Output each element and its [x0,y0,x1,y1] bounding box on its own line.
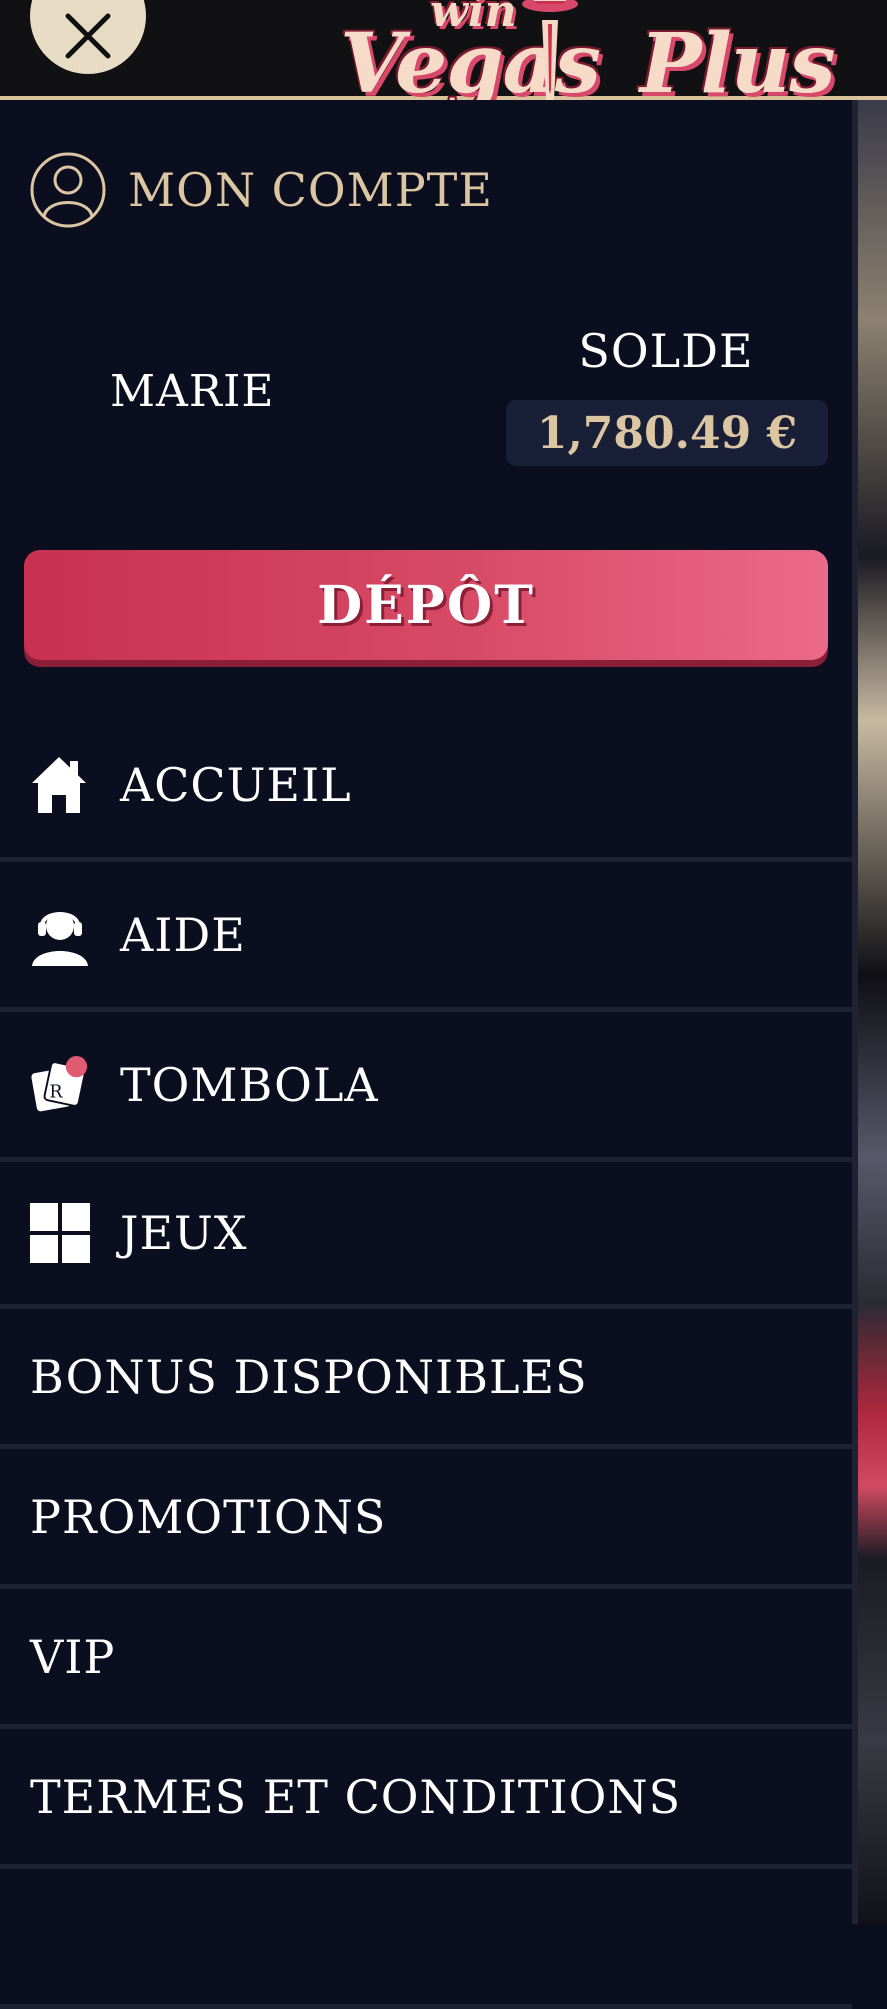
menu-item-promotions[interactable]: PROMOTIONS [0,1449,852,1589]
menu-item-tombola[interactable]: R TOMBOLA [0,1012,852,1162]
balance-value: 1,780.49 € [506,400,828,466]
logo-main-text: Vegas Plus [340,16,835,112]
menu-label-home: ACCUEIL [120,757,352,812]
main-menu: ACCUEIL AIDE R TOMBOLA JEUX BONUS DISPON… [0,712,852,2009]
menu-label-promotions: PROMOTIONS [30,1489,387,1544]
menu-item-bonus[interactable]: BONUS DISPONIBLES [0,1309,852,1449]
tombola-icon: R [30,1055,90,1115]
close-icon [65,13,111,59]
menu-item-vip[interactable]: VIP [0,1589,852,1729]
account-header[interactable]: MON COMPTE [30,152,493,228]
menu-label-vip: VIP [30,1629,116,1684]
page-backdrop[interactable] [858,100,887,1924]
side-menu-drawer: MON COMPTE MARIE SOLDE 1,780.49 € DÉPÔT … [0,100,858,2009]
top-header: win Vegas Plus [0,0,887,112]
deposit-button[interactable]: DÉPÔT [24,550,828,660]
menu-item-games[interactable]: JEUX [0,1162,852,1309]
home-icon [30,755,90,815]
account-title: MON COMPTE [128,163,493,217]
close-button[interactable] [30,0,146,74]
grid-icon [30,1203,90,1263]
balance-label: SOLDE [578,324,754,378]
logo-word-2: Plus [639,16,836,112]
menu-item-terms[interactable]: TERMES ET CONDITIONS [0,1729,852,1869]
menu-item-partial[interactable] [0,1869,852,2009]
menu-label-games: JEUX [120,1206,248,1260]
menu-item-help[interactable]: AIDE [0,862,852,1012]
username: MARIE [110,366,275,417]
hat-icon [522,0,578,108]
user-icon [30,152,106,228]
svg-text:R: R [49,1082,63,1102]
menu-label-bonus: BONUS DISPONIBLES [30,1349,588,1404]
menu-label-tombola: TOMBOLA [120,1057,379,1112]
support-icon [30,905,90,966]
menu-label-help: AIDE [120,907,246,962]
menu-label-terms: TERMES ET CONDITIONS [30,1769,682,1824]
menu-item-home[interactable]: ACCUEIL [0,712,852,862]
